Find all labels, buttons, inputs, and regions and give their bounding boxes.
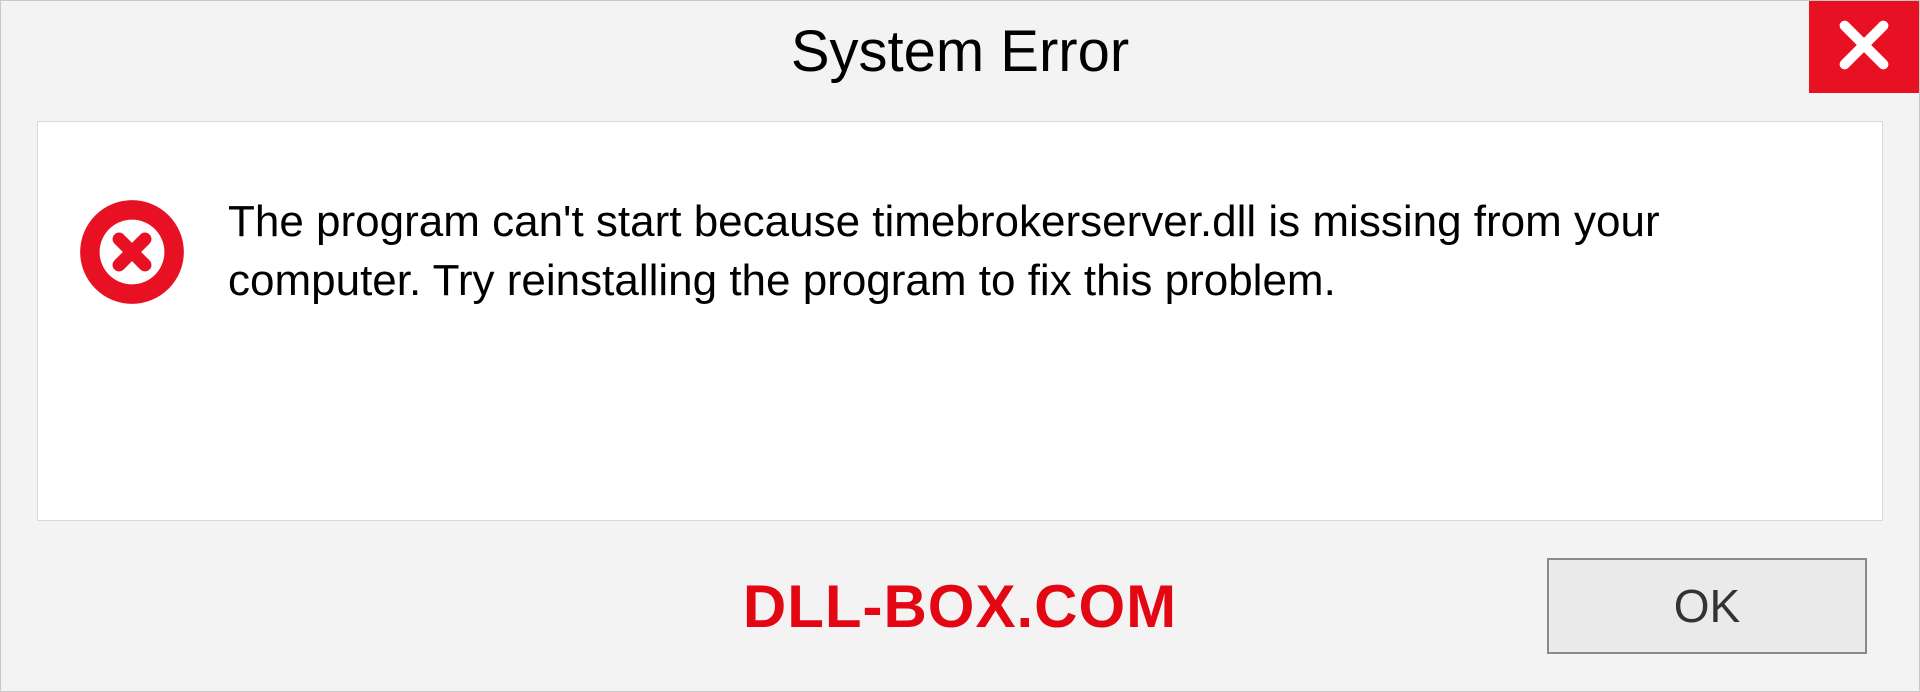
ok-button-label: OK (1674, 579, 1740, 633)
content-area: The program can't start because timebrok… (37, 121, 1883, 521)
watermark-text: DLL-BOX.COM (743, 572, 1177, 641)
dialog-title: System Error (791, 18, 1129, 85)
dialog-footer: DLL-BOX.COM OK (1, 521, 1919, 691)
title-bar: System Error (1, 1, 1919, 101)
ok-button[interactable]: OK (1547, 558, 1867, 654)
close-icon (1835, 16, 1893, 79)
error-icon (78, 198, 186, 306)
error-message: The program can't start because timebrok… (228, 192, 1822, 311)
close-button[interactable] (1809, 1, 1919, 93)
error-dialog: System Error The program can't start bec… (0, 0, 1920, 692)
